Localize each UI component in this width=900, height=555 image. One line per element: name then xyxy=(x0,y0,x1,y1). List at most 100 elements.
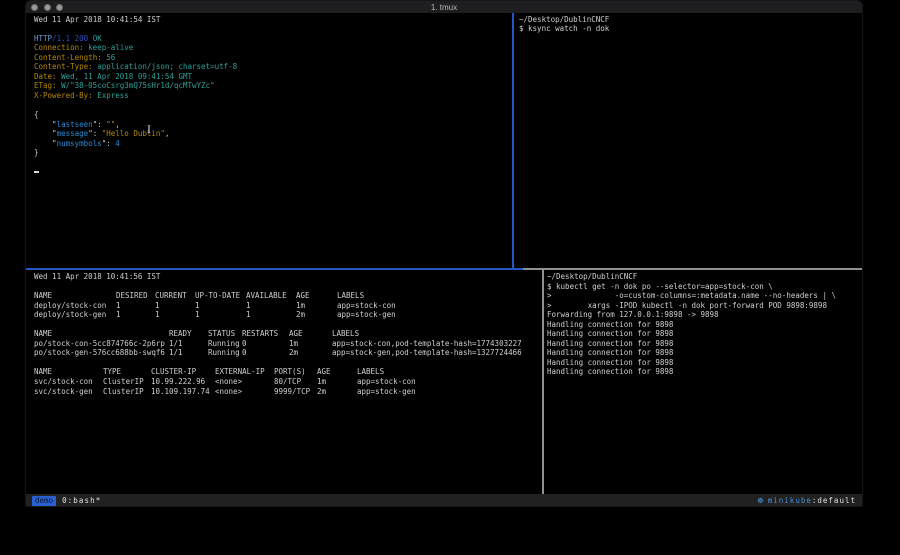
http-header-value: Express xyxy=(97,91,129,100)
cell: 1 xyxy=(195,301,200,311)
pane-http-output[interactable]: Wed 11 Apr 2018 10:41:54 IST HTTP/1.1 20… xyxy=(34,15,510,158)
terminal-cursor xyxy=(34,171,39,173)
json-comma: , xyxy=(115,120,120,129)
json-field-line: "lastseen": "", xyxy=(34,120,510,130)
json-key: numsymbols xyxy=(57,139,102,148)
col-header: READY xyxy=(169,329,192,339)
http-header-line: Date:Wed, 11 Apr 2018 09:41:54 GMT xyxy=(34,72,510,82)
http-header-value: keep-alive xyxy=(88,43,133,52)
cell: 80/TCP xyxy=(274,377,301,387)
output-line: Handling connection for 9898 xyxy=(547,358,859,368)
json-comma: , xyxy=(165,129,170,138)
table-row: po/stock-con-5cc874766c-2p6rp1/1Running0… xyxy=(34,339,539,349)
http-header-name: Connection: xyxy=(34,43,88,52)
table-row: deploy/stock-con11111mapp=stock-con xyxy=(34,301,539,311)
col-header: AGE xyxy=(289,329,303,339)
table-row: deploy/stock-gen11112mapp=stock-gen xyxy=(34,310,539,320)
col-header: LABELS xyxy=(332,329,359,339)
http-header-name: Content-Length: xyxy=(34,53,106,62)
pane-port-forward[interactable]: ~/Desktop/DublinCNCF $ kubectl get -n do… xyxy=(547,272,859,377)
cell: 9999/TCP xyxy=(274,387,310,397)
cell: 1 xyxy=(116,310,121,320)
json-indent: " xyxy=(34,120,57,129)
col-header: NAME xyxy=(34,329,52,339)
col-header: DESIRED xyxy=(116,291,148,301)
col-header: LABELS xyxy=(357,367,384,377)
cell: 1 xyxy=(246,301,251,311)
cell: 1 xyxy=(155,310,160,320)
col-header: CLUSTER-IP xyxy=(151,367,196,377)
http-header-name: Date: xyxy=(34,72,61,81)
cell: 1m xyxy=(317,377,326,387)
cell: app=stock-con xyxy=(337,301,396,311)
json-key: lastseen xyxy=(57,120,93,129)
pane-divider-horizontal-active[interactable] xyxy=(26,268,523,270)
command-continuation-line: > xargs -IPOD kubectl -n dok port-forwar… xyxy=(547,301,859,311)
cell: 1 xyxy=(116,301,121,311)
cell: svc/stock-con xyxy=(34,377,93,387)
kube-namespace: :default xyxy=(812,496,856,505)
timestamp-line: Wed 11 Apr 2018 10:41:54 IST xyxy=(34,15,510,25)
tmux-status-bar: demo 0:bash* ☸minikube:default xyxy=(26,494,862,507)
cell: 0 xyxy=(242,348,247,358)
json-close-brace: } xyxy=(34,148,510,158)
command-line: $ ksync watch -n dok xyxy=(519,24,859,34)
cell: 1m xyxy=(289,339,298,349)
output-line: Handling connection for 9898 xyxy=(547,367,859,377)
col-header: EXTERNAL-IP xyxy=(215,367,265,377)
http-version-status: /1.1 200 xyxy=(52,34,93,43)
window-titlebar[interactable]: 1. tmux xyxy=(26,1,862,14)
http-header-value: application/json; charset=utf-8 xyxy=(97,62,237,71)
json-indent: " xyxy=(34,129,57,138)
command-continuation-line: > -o=custom-columns=:metadata.name --no-… xyxy=(547,291,859,301)
json-separator: ": xyxy=(102,139,116,148)
mouse-ibeam-cursor: I xyxy=(146,125,152,136)
http-header-line: X-Powered-By:Express xyxy=(34,91,510,101)
http-header-line: Content-Length:56 xyxy=(34,53,510,63)
json-separator: ": xyxy=(93,120,107,129)
cell: 1 xyxy=(155,301,160,311)
json-string-value: "" xyxy=(106,120,115,129)
output-line: Handling connection for 9898 xyxy=(547,320,859,330)
status-left: demo 0:bash* xyxy=(32,494,101,507)
col-header: AGE xyxy=(296,291,310,301)
services-header-row: NAMETYPECLUSTER-IPEXTERNAL-IPPORT(S)AGEL… xyxy=(34,367,539,377)
json-field-line: "numsymbols": 4 xyxy=(34,139,510,149)
deployments-header-row: NAMEDESIREDCURRENTUP-TO-DATEAVAILABLEAGE… xyxy=(34,291,539,301)
pane-divider-horizontal[interactable] xyxy=(523,268,863,270)
cell: deploy/stock-gen xyxy=(34,310,106,320)
table-row: po/stock-gen-576cc688bb-swqf61/1Running0… xyxy=(34,348,539,358)
cwd-line: ~/Desktop/DublinCNCF xyxy=(519,15,859,25)
tmux-window-label[interactable]: 0:bash* xyxy=(62,494,101,507)
col-header: STATUS xyxy=(208,329,235,339)
cell: ClusterIP xyxy=(103,387,144,397)
http-reason: OK xyxy=(93,34,102,43)
col-header: AVAILABLE xyxy=(246,291,287,301)
http-header-value: 56 xyxy=(106,53,115,62)
terminal-window: 1. tmux Wed 11 Apr 2018 10:41:54 IST HTT… xyxy=(25,0,863,507)
pane-ksync[interactable]: ~/Desktop/DublinCNCF $ ksync watch -n do… xyxy=(519,15,859,34)
output-line: Forwarding from 127.0.0.1:9898 -> 9898 xyxy=(547,310,859,320)
col-header: PORT(S) xyxy=(274,367,306,377)
status-right: ☸minikube:default xyxy=(757,494,856,507)
http-header-line: Connection:keep-alive xyxy=(34,43,510,53)
col-header: NAME xyxy=(34,291,52,301)
pane-kubectl-resources[interactable]: Wed 11 Apr 2018 10:41:56 IST NAMEDESIRED… xyxy=(34,272,539,396)
json-indent: " xyxy=(34,139,57,148)
cell: app=stock-gen xyxy=(357,387,416,397)
cell: po/stock-gen-576cc688bb-swqf6 xyxy=(34,348,165,358)
pane-divider-vertical-top[interactable] xyxy=(512,13,514,268)
col-header: TYPE xyxy=(103,367,121,377)
cell: 2m xyxy=(289,348,298,358)
cell: <none> xyxy=(215,387,242,397)
http-header-line: Content-Type:application/json; charset=u… xyxy=(34,62,510,72)
command-line: $ kubectl get -n dok po --selector=app=s… xyxy=(547,282,859,292)
pane-divider-vertical-bottom[interactable] xyxy=(542,270,544,494)
table-row: svc/stock-genClusterIP10.109.197.74<none… xyxy=(34,387,539,397)
session-name-badge[interactable]: demo xyxy=(32,496,56,507)
kube-context: minikube xyxy=(768,496,812,505)
cell: 1 xyxy=(195,310,200,320)
http-header-value: Wed, 11 Apr 2018 09:41:54 GMT xyxy=(61,72,192,81)
cell: deploy/stock-con xyxy=(34,301,106,311)
cell: Running xyxy=(208,339,240,349)
